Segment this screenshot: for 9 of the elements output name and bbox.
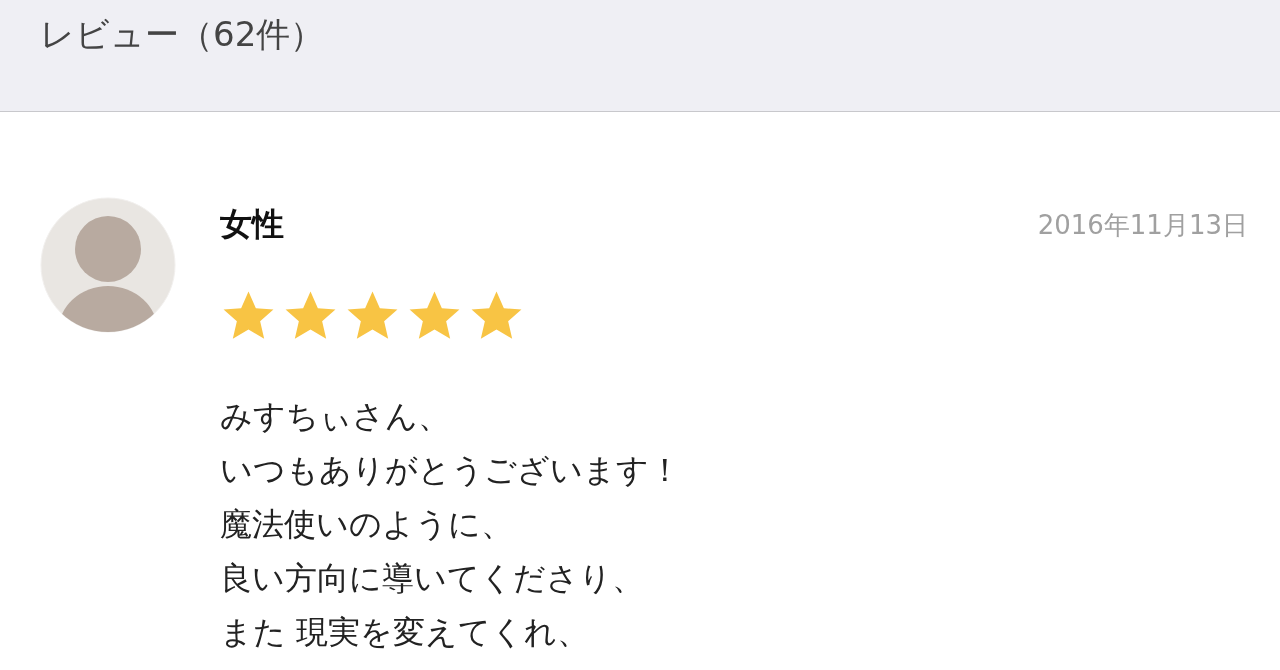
reviewer-name: 女性: [220, 204, 284, 245]
review-text-line: また 現実を変えてくれ、: [220, 612, 590, 653]
avatar-icon: [40, 197, 176, 333]
review-text-line: 魔法使いのように、: [220, 504, 513, 545]
review-text-line: みすちぃさん、: [220, 396, 450, 437]
review-text-line: 良い方向に導いてくださり、: [220, 558, 644, 599]
review-date: 2016年11月13日: [1037, 208, 1248, 242]
review-text-line: いつもありがとうございます！: [220, 450, 681, 491]
section-title: レビュー（62件）: [40, 14, 325, 55]
